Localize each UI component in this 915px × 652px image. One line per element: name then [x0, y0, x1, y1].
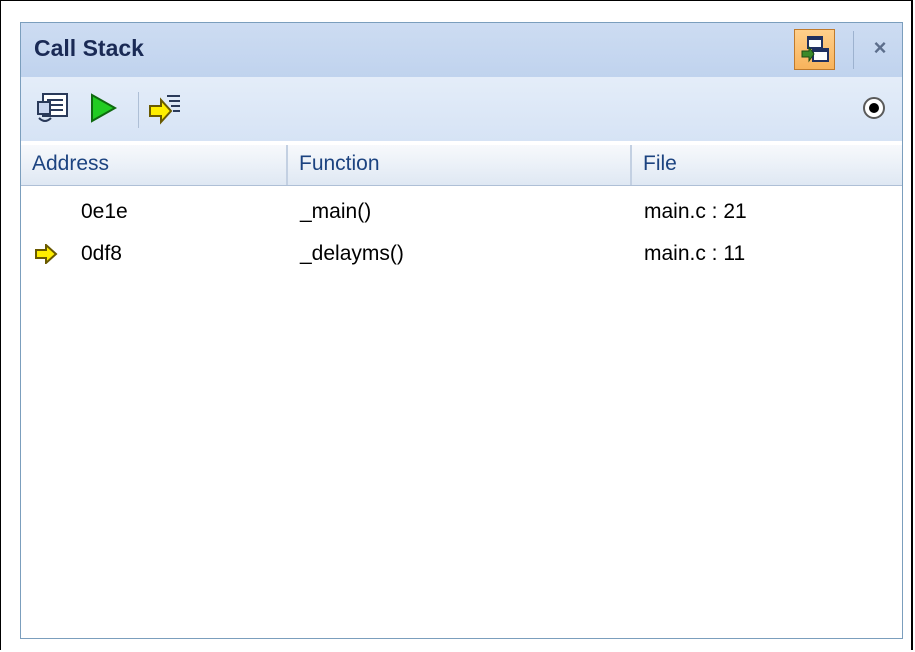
current-frame-arrow-icon — [35, 244, 58, 264]
titlebar-separator — [853, 31, 854, 69]
column-header-file[interactable]: File — [632, 145, 904, 185]
column-header-function[interactable]: Function — [288, 145, 632, 185]
function-cell: _main() — [300, 200, 372, 223]
radio-dot — [869, 103, 879, 113]
call-stack-panel: Call Stack × Address Function File 0e1e … — [20, 22, 903, 639]
run-to-cursor-button[interactable] — [85, 90, 121, 126]
show-disassembly-button[interactable] — [35, 90, 71, 126]
float-window-icon — [801, 36, 829, 63]
table-row[interactable]: 0e1e _main() main.c : 21 — [21, 191, 902, 233]
table-row[interactable]: 0df8 _delayms() main.c : 11 — [21, 233, 902, 275]
panel-titlebar: Call Stack × — [21, 23, 902, 77]
toolbar-radio[interactable] — [863, 97, 885, 119]
panel-toolbar — [21, 77, 902, 141]
address-cell: 0e1e — [81, 200, 128, 223]
panel-title: Call Stack — [34, 35, 144, 61]
set-next-statement-button[interactable] — [147, 90, 183, 126]
run-to-cursor-icon — [91, 93, 118, 123]
table-header: Address Function File — [21, 145, 902, 186]
close-icon: × — [873, 35, 887, 60]
set-next-statement-icon — [149, 95, 180, 125]
file-cell: main.c : 21 — [644, 200, 747, 223]
file-cell: main.c : 11 — [644, 242, 746, 265]
float-window-button[interactable] — [794, 29, 835, 70]
close-button[interactable]: × — [865, 33, 895, 63]
toolbar-separator — [138, 92, 139, 128]
function-cell: _delayms() — [300, 242, 404, 265]
show-disassembly-icon — [37, 93, 68, 122]
column-header-address[interactable]: Address — [21, 145, 288, 185]
address-cell: 0df8 — [81, 242, 122, 265]
